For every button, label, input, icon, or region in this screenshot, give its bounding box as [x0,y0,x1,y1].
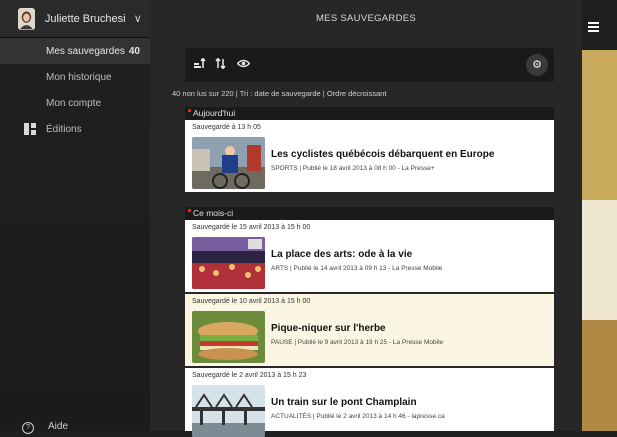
sidebar-item-mon-historique[interactable]: Mon historique [0,64,150,90]
status-bar: 40 non lus sur 220 | Tri : date de sauve… [172,89,387,98]
article-title[interactable]: Les cyclistes québécois débarquent en Eu… [271,149,494,160]
saved-time: Sauvegardé le 15 avril 2013 à 15 h 00 [192,224,311,231]
help-label: Aide [48,421,69,432]
filter-icon[interactable] [215,57,227,72]
article-category: ARTS [271,265,289,272]
help-icon: ? [22,422,34,434]
article-category: ACTUALITÉS [271,413,312,420]
article-published: Publié le 9 avril 2013 à 19 h 25 - La Pr… [297,339,444,346]
article-meta: ARTS | Publié le 14 avril 2013 à 09 h 13… [271,265,443,272]
page-title: MES SAUVEGARDES [315,13,417,24]
article-card[interactable]: Sauvegardé à 13 h 05 Les cyclistes québé… [185,120,554,192]
saved-time: Sauvegardé à 13 h 05 [192,124,261,131]
avatar [18,7,35,30]
sidebar: Juliette Bruchesi ∨ Mes sauvegardes 40 M… [0,0,150,434]
preview-image [582,50,617,200]
article-thumbnail [192,311,265,363]
hamburger-icon[interactable] [588,22,599,32]
article-meta: SPORTS | Publié le 18 avril 2013 à 08 h … [271,165,435,172]
sidebar-item-label: Éditions [46,123,82,135]
article-thumbnail [192,237,265,289]
article-title[interactable]: Un train sur le pont Champlain [271,397,417,408]
sidebar-item-mes-sauvegardes[interactable]: Mes sauvegardes 40 [0,38,150,64]
content-preview-panel[interactable] [582,0,617,431]
main-panel: MES SAUVEGARDES ⚙ 40 non lus sur 220 | T… [150,0,582,437]
article-title[interactable]: Pique-niquer sur l'herbe [271,323,386,334]
article-published: Publié le 2 avril 2013 à 14 h 46 - lapre… [316,413,445,420]
help-link[interactable]: ? Aide [22,421,68,434]
saved-time: Sauvegardé le 2 avril 2013 à 15 h 23 [192,372,307,379]
sidebar-item-label: Mes sauvegardes [46,45,125,57]
user-menu[interactable]: Juliette Bruchesi ∨ [0,0,150,38]
wrench-icon[interactable]: ⚙ [526,54,548,76]
article-published: Publié le 14 avril 2013 à 09 h 13 - La P… [293,265,443,272]
chevron-down-icon[interactable]: ∨ [126,12,150,25]
article-card[interactable]: Sauvegardé le 2 avril 2013 à 15 h 23 Un … [185,368,554,437]
article-card[interactable]: Sauvegardé le 15 avril 2013 à 15 h 00 La… [185,220,554,292]
sidebar-item-mon-compte[interactable]: Mon compte [0,90,150,116]
article-card[interactable]: Sauvegardé le 10 avril 2013 à 15 h 00 Pi… [185,294,554,366]
article-category: SPORTS [271,165,298,172]
article-published: Publié le 18 avril 2013 à 08 h 00 - La P… [302,165,435,172]
sidebar-item-label: Mon historique [46,71,112,83]
article-thumbnail [192,385,265,437]
section-header-today: Aujourd'hui [185,107,554,120]
preview-image-bottom [582,320,617,431]
saved-count-badge: 40 [128,45,140,57]
sidebar-item-label: Mon compte [46,97,102,109]
article-thumbnail [192,137,265,189]
section-header-this-month: Ce mois-ci [185,207,554,220]
sidebar-item-editions[interactable]: Éditions [0,116,150,142]
user-name: Juliette Bruchesi [44,12,126,25]
article-title[interactable]: La place des arts: ode à la vie [271,249,412,260]
toolbar: ⚙ [185,48,554,82]
article-meta: ACTUALITÉS | Publié le 2 avril 2013 à 14… [271,413,445,420]
article-meta: PAUSE | Publié le 9 avril 2013 à 19 h 25… [271,339,444,346]
sort-icon[interactable] [194,57,206,72]
article-category: PAUSE [271,339,293,346]
editions-icon [24,123,36,135]
saved-time: Sauvegardé le 10 avril 2013 à 15 h 00 [192,298,311,305]
view-icon[interactable] [236,58,251,72]
